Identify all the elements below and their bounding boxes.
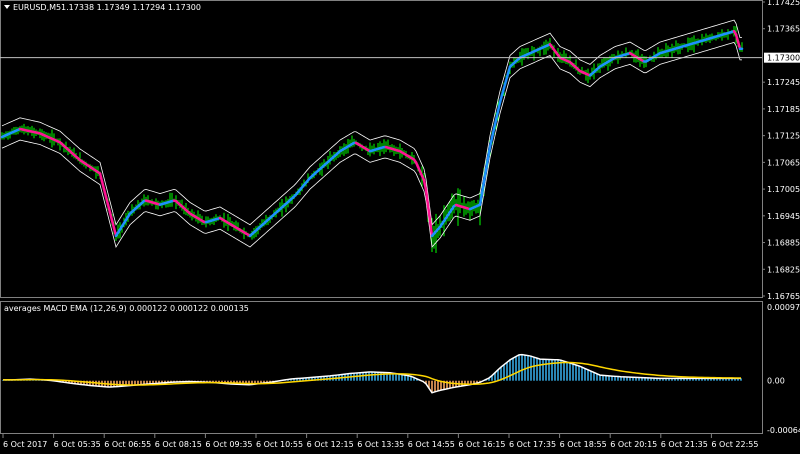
time-axis-label: 6 Oct 16:15 bbox=[458, 440, 505, 449]
price-axis-label: 1.17005 bbox=[767, 185, 800, 194]
price-axis-label: 1.17425 bbox=[767, 0, 800, 7]
ohlc-header: 1.17338 1.17349 1.17294 1.17300 bbox=[61, 3, 201, 12]
macd-axis-label: 0.00097 bbox=[767, 303, 800, 312]
price-axis-label: 1.16885 bbox=[767, 239, 800, 248]
price-axis-label: 1.17065 bbox=[767, 158, 800, 167]
chart-canvas[interactable]: 1.17425 1.17365 1.17245 1.17185 1.17125 1.170… bbox=[0, 0, 800, 454]
time-axis-label: 6 Oct 09:35 bbox=[205, 440, 252, 449]
price-axis-label: 1.17185 bbox=[767, 105, 800, 114]
macd-axis-label: 0.00 bbox=[767, 377, 785, 386]
time-axis-label: 6 Oct 17:35 bbox=[509, 440, 556, 449]
time-axis-label: 6 Oct 2017 bbox=[3, 440, 47, 449]
time-axis-label: 6 Oct 12:15 bbox=[307, 440, 354, 449]
price-axis-label: 1.17245 bbox=[767, 78, 800, 87]
price-axis-label: 1.16945 bbox=[767, 212, 800, 221]
time-axis-label: 6 Oct 18:55 bbox=[560, 440, 607, 449]
time-axis-label: 6 Oct 14:55 bbox=[408, 440, 455, 449]
time-axis-label: 6 Oct 10:55 bbox=[256, 440, 303, 449]
time-axis-label: 6 Oct 13:35 bbox=[357, 440, 404, 449]
time-axis-label: 6 Oct 05:35 bbox=[54, 440, 101, 449]
macd-axis-label: -0.00064 bbox=[767, 426, 800, 435]
time-axis-label: 6 Oct 06:55 bbox=[104, 440, 151, 449]
price-axis-label: 1.17125 bbox=[767, 132, 800, 141]
price-axis-label: 1.17365 bbox=[767, 25, 800, 34]
macd-header: averages MACD EMA (12,26,9) 0.000122 0.0… bbox=[4, 304, 249, 313]
time-axis-label: 6 Oct 22:55 bbox=[711, 440, 758, 449]
time-axis-label: 6 Oct 20:15 bbox=[610, 440, 657, 449]
time-axis-label: 6 Oct 21:35 bbox=[661, 440, 708, 449]
price-axis-label: 1.16825 bbox=[767, 265, 800, 274]
time-axis-label: 6 Oct 08:15 bbox=[155, 440, 202, 449]
price-axis-label: 1.16765 bbox=[767, 292, 800, 301]
symbol-header: EURUSD,M5 bbox=[13, 3, 61, 12]
current-price-tag-label: 1.17300 bbox=[767, 54, 800, 63]
